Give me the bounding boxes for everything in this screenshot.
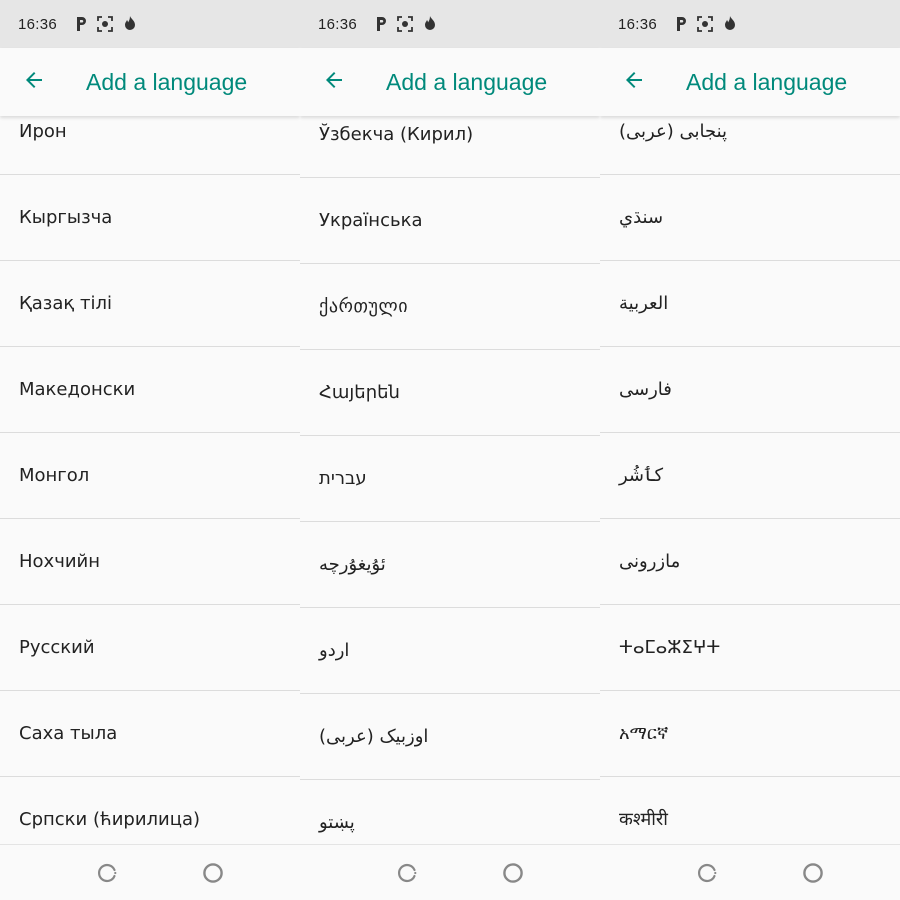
- language-list-item[interactable]: Українська: [300, 178, 600, 264]
- language-list[interactable]: Ирон Кыргызча Қазақ тілі Македонски Монгол Но…: [0, 116, 300, 845]
- parking-icon: [71, 15, 89, 33]
- language-list-item[interactable]: فارسی: [600, 347, 900, 433]
- language-label: ქართული: [319, 296, 409, 317]
- status-bar: 16:36: [300, 0, 600, 48]
- language-list-item[interactable]: پنجابی (عربی): [600, 116, 900, 175]
- language-label: اردو: [319, 640, 350, 661]
- language-label: Монгол: [19, 465, 90, 486]
- language-label: ⵜⴰⵎⴰⵣⵉⵖⵜ: [619, 637, 721, 658]
- recents-button[interactable]: [395, 861, 419, 885]
- language-label: Українська: [319, 210, 423, 231]
- language-list-item[interactable]: Русский: [0, 605, 300, 691]
- recents-button[interactable]: [95, 861, 119, 885]
- language-list-item[interactable]: Монгол: [0, 433, 300, 519]
- flame-icon: [421, 15, 439, 33]
- phone-screen-2: 16:36 Add a language Ўзбекча (Кирил) Україн…: [300, 0, 600, 900]
- recents-button[interactable]: [695, 861, 719, 885]
- back-button[interactable]: [322, 70, 346, 94]
- language-label: Ирон: [19, 121, 67, 142]
- language-list-item[interactable]: اوزبیک (عربی): [300, 694, 600, 780]
- language-label: العربية: [619, 293, 669, 314]
- language-list-item[interactable]: کٲشُر: [600, 433, 900, 519]
- language-list-item[interactable]: Српски (ћирилица): [0, 777, 300, 845]
- language-list-item[interactable]: پښتو: [300, 780, 600, 845]
- app-bar: Add a language: [300, 48, 600, 116]
- language-list-item[interactable]: Саха тыла: [0, 691, 300, 777]
- navigation-bar: [300, 844, 600, 900]
- language-list-item[interactable]: مازرونی: [600, 519, 900, 605]
- language-list-item[interactable]: ქართული: [300, 264, 600, 350]
- page-title: Add a language: [686, 68, 848, 95]
- language-label: Српски (ћирилица): [19, 809, 201, 830]
- back-button[interactable]: [622, 70, 646, 94]
- language-label: کٲشُر: [619, 465, 664, 486]
- language-label: Саха тыла: [19, 723, 118, 744]
- language-label: Қазақ тілі: [19, 293, 112, 314]
- language-label: پنجابی (عربی): [619, 121, 728, 142]
- language-list[interactable]: Ўзбекча (Кирил) Українська ქართული Հայերեն ע…: [300, 116, 600, 845]
- back-button[interactable]: [22, 70, 46, 94]
- language-label: اوزبیک (عربی): [319, 726, 429, 747]
- screenshot-icon: [396, 15, 414, 33]
- language-label: አማርኛ: [619, 723, 669, 744]
- home-button[interactable]: [501, 861, 525, 885]
- language-label: עברית: [319, 468, 367, 489]
- screenshot-icon: [96, 15, 114, 33]
- navigation-bar: [0, 844, 300, 900]
- screenshot-icon: [696, 15, 714, 33]
- parking-icon: [671, 15, 689, 33]
- language-list[interactable]: پنجابی (عربی) سنڌي العربية فارسی کٲشُر مازرون…: [600, 116, 900, 845]
- page-title: Add a language: [386, 68, 548, 95]
- status-time: 16:36: [18, 15, 58, 33]
- language-list-item[interactable]: Македонски: [0, 347, 300, 433]
- parking-icon: [371, 15, 389, 33]
- language-list-item[interactable]: Кыргызча: [0, 175, 300, 261]
- language-list-item[interactable]: Нохчийн: [0, 519, 300, 605]
- language-label: فارسی: [619, 379, 672, 400]
- phone-screen-1: 16:36 Add a language Ирон Кыргызча Қазақ тіл…: [0, 0, 300, 900]
- page-title: Add a language: [86, 68, 248, 95]
- status-bar: 16:36: [0, 0, 300, 48]
- language-list-item[interactable]: Қазақ тілі: [0, 261, 300, 347]
- language-label: ئۇيغۇرچە: [319, 554, 386, 575]
- language-list-item[interactable]: ئۇيغۇرچە: [300, 522, 600, 608]
- language-list-item[interactable]: Հայերեն: [300, 350, 600, 436]
- language-label: Հայերեն: [319, 382, 400, 403]
- screens-container: 16:36 Add a language Ирон Кыргызча Қазақ тіл…: [0, 0, 900, 900]
- language-list-item[interactable]: ⵜⴰⵎⴰⵣⵉⵖⵜ: [600, 605, 900, 691]
- flame-icon: [121, 15, 139, 33]
- language-list-item[interactable]: कश्मीरी: [600, 777, 900, 845]
- language-label: Нохчийн: [19, 551, 100, 572]
- app-bar: Add a language: [600, 48, 900, 116]
- language-list-item[interactable]: አማርኛ: [600, 691, 900, 777]
- arrow-left-icon: [322, 68, 346, 96]
- status-time: 16:36: [318, 15, 358, 33]
- language-label: Ўзбекча (Кирил): [319, 124, 474, 145]
- status-time: 16:36: [618, 15, 658, 33]
- language-label: Русский: [19, 637, 95, 658]
- language-list-item[interactable]: Ирон: [0, 116, 300, 175]
- arrow-left-icon: [22, 68, 46, 96]
- language-label: Македонски: [19, 379, 136, 400]
- language-label: Кыргызча: [19, 207, 113, 228]
- app-bar: Add a language: [0, 48, 300, 116]
- language-list-item[interactable]: اردو: [300, 608, 600, 694]
- language-label: پښتو: [319, 812, 355, 833]
- language-list-item[interactable]: سنڌي: [600, 175, 900, 261]
- status-bar: 16:36: [600, 0, 900, 48]
- language-list-item[interactable]: العربية: [600, 261, 900, 347]
- language-label: कश्मीरी: [619, 809, 668, 830]
- language-label: مازرونی: [619, 551, 681, 572]
- phone-screen-3: 16:36 Add a language پنجابی (عربی) سنڌي العر…: [600, 0, 900, 900]
- arrow-left-icon: [622, 68, 646, 96]
- language-label: سنڌي: [619, 207, 664, 228]
- language-list-item[interactable]: עברית: [300, 436, 600, 522]
- language-list-item[interactable]: Ўзбекча (Кирил): [300, 116, 600, 178]
- flame-icon: [721, 15, 739, 33]
- home-button[interactable]: [201, 861, 225, 885]
- home-button[interactable]: [801, 861, 825, 885]
- navigation-bar: [600, 844, 900, 900]
